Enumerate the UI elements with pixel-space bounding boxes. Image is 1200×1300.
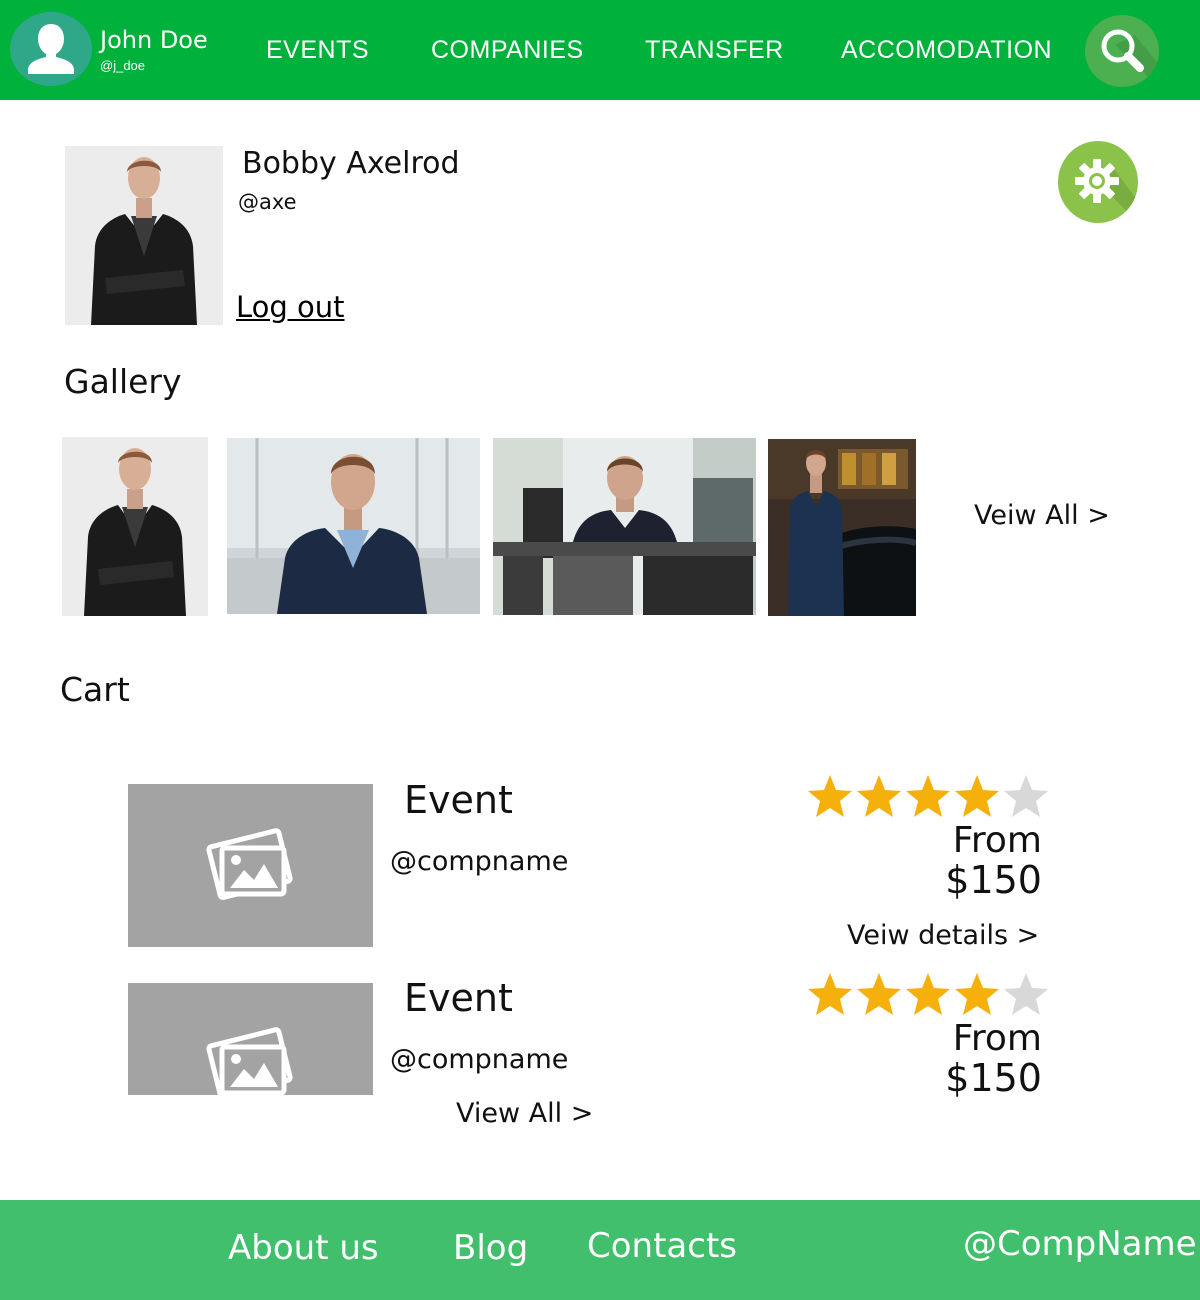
gallery-photo[interactable] [227,438,480,614]
footer-contacts-link[interactable]: Contacts [587,1226,737,1266]
event-image-placeholder[interactable] [128,784,373,947]
event-company[interactable]: @compname [390,846,568,877]
price-value: $150 [945,858,1042,902]
user-name: John Doe [100,26,208,54]
view-details-link[interactable]: Veiw details > [847,920,1039,951]
footer-about-link[interactable]: About us [228,1228,379,1268]
magnifier-icon [1101,29,1159,87]
price-value: $150 [945,1056,1042,1100]
profile-name: Bobby Axelrod [242,146,460,181]
settings-button[interactable] [1058,141,1138,223]
gallery-heading: Gallery [64,362,182,401]
event-title: Event [404,976,513,1020]
gallery-photo-image [227,438,480,614]
image-placeholder-icon [206,828,293,900]
gallery-photo[interactable] [493,438,756,615]
user-handle: @j_doe [100,58,146,73]
user-silhouette-icon [14,12,88,86]
logout-link[interactable]: Log out [236,290,345,324]
event-title: Event [404,778,513,822]
gallery-photo[interactable] [62,437,208,616]
footer-company-handle[interactable]: @CompName [963,1224,1197,1264]
price-from-label: From [952,1018,1042,1059]
cart-heading: Cart [60,670,130,709]
profile-photo[interactable] [65,146,223,325]
cart-view-all-link[interactable]: View All > [456,1098,593,1129]
star-rating-icon [808,775,1048,817]
gallery-photo-image [768,439,916,616]
top-nav-bar: John Doe @j_doe EVENTS COMPANIES TRANSFE… [0,0,1200,100]
price-from-label: From [952,820,1042,861]
nav-events[interactable]: EVENTS [266,36,369,65]
gallery-photo-image [493,438,756,615]
rating-stars [806,971,1051,1019]
gear-icon [1075,159,1138,223]
user-avatar[interactable] [10,12,92,86]
search-button[interactable] [1085,15,1159,87]
nav-companies[interactable]: COMPANIES [431,36,584,65]
gallery-view-all-link[interactable]: Veiw All > [974,500,1110,531]
nav-accomodation[interactable]: ACCOMODATION [841,36,1052,65]
footer-blog-link[interactable]: Blog [453,1228,528,1268]
gallery-photo-image [62,437,208,616]
profile-photo-image [65,146,223,325]
nav-transfer[interactable]: TRANSFER [645,36,784,65]
gallery-photo[interactable] [768,439,916,616]
event-image-placeholder[interactable] [128,983,373,1095]
event-company[interactable]: @compname [390,1044,568,1075]
profile-handle: @axe [238,190,297,214]
image-placeholder-icon [206,1027,293,1095]
star-rating-icon [808,973,1048,1015]
rating-stars [806,773,1051,821]
